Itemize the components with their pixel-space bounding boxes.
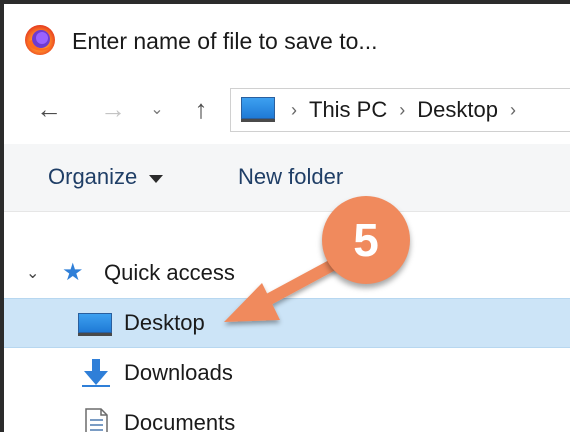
window-title: Enter name of file to save to... <box>72 28 378 54</box>
this-pc-icon <box>239 97 279 123</box>
documents-icon <box>85 408 108 432</box>
organize-button[interactable]: Organize <box>48 164 164 190</box>
navigation-pane: ⌄ ★ Quick access Desktop Downloads Docum… <box>4 212 570 432</box>
up-button[interactable]: ↑ <box>184 94 218 124</box>
caret-down-icon <box>149 174 164 183</box>
quick-access-star-icon: ★ <box>62 259 84 286</box>
back-arrow-icon: ← <box>36 93 62 124</box>
breadcrumb-desktop[interactable]: Desktop <box>417 97 498 123</box>
quick-access-label: Quick access <box>104 260 235 285</box>
breadcrumb-separator: › <box>509 99 516 120</box>
breadcrumb-this-pc[interactable]: This PC <box>309 97 387 123</box>
tree-item-quick-access[interactable]: ⌄ ★ Quick access <box>4 248 570 298</box>
organize-label: Organize <box>48 164 138 189</box>
title-bar: Enter name of file to save to... <box>4 4 570 80</box>
tree-item-label: Desktop <box>124 310 205 335</box>
downloads-icon <box>82 359 110 387</box>
desktop-icon <box>78 308 114 338</box>
firefox-icon <box>25 25 55 55</box>
forward-arrow-icon: → <box>100 93 126 124</box>
step-callout-badge: 5 <box>322 196 410 284</box>
back-button[interactable]: ← <box>32 94 66 124</box>
breadcrumb-separator: › <box>291 99 297 120</box>
address-bar[interactable]: › This PC › Desktop › <box>230 88 570 132</box>
new-folder-button[interactable]: New folder <box>238 164 343 190</box>
tree-item-label: Documents <box>124 410 236 432</box>
chevron-down-icon: ⌄ <box>150 101 164 118</box>
recent-locations-button[interactable]: ⌄ <box>146 94 168 124</box>
save-dialog-window: Enter name of file to save to... ← → ⌄ ↑… <box>0 0 570 432</box>
tree-item-downloads[interactable]: Downloads <box>4 348 570 398</box>
up-arrow-icon: ↑ <box>194 93 208 124</box>
navigation-row: ← → ⌄ ↑ › This PC › Desktop › <box>4 80 570 144</box>
tree-item-label: Downloads <box>124 360 233 385</box>
tree-item-documents[interactable]: Documents <box>4 398 570 432</box>
command-bar: Organize New folder <box>4 144 570 212</box>
forward-button[interactable]: → <box>96 94 130 124</box>
chevron-down-icon[interactable]: ⌄ <box>26 263 39 283</box>
tree-item-desktop[interactable]: Desktop <box>4 298 570 348</box>
breadcrumb-separator: › <box>399 99 406 120</box>
